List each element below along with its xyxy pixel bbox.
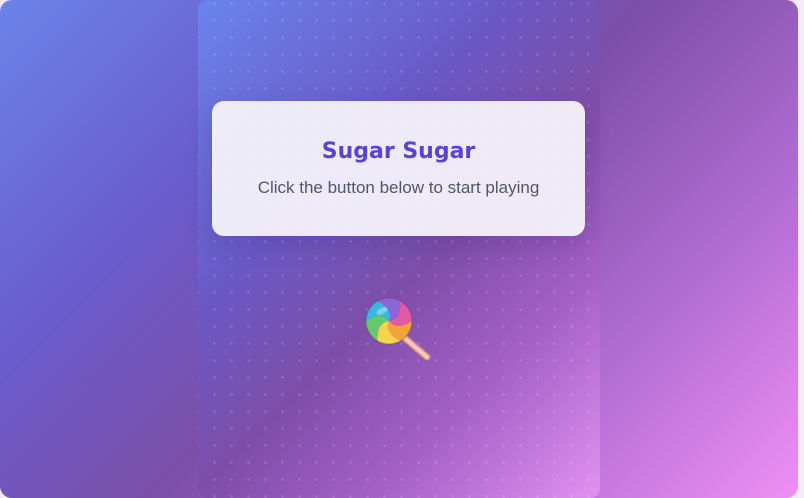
game-panel	[198, 0, 600, 498]
window-edge	[798, 0, 804, 498]
start-instructions: Click the button below to start playing	[257, 178, 540, 197]
game-title: Sugar Sugar	[321, 139, 476, 164]
intro-card: Sugar Sugar Click the button below to st…	[212, 101, 585, 236]
lollipop-icon	[365, 297, 431, 361]
dot-pattern	[198, 0, 600, 498]
start-game-button[interactable]	[364, 296, 434, 366]
